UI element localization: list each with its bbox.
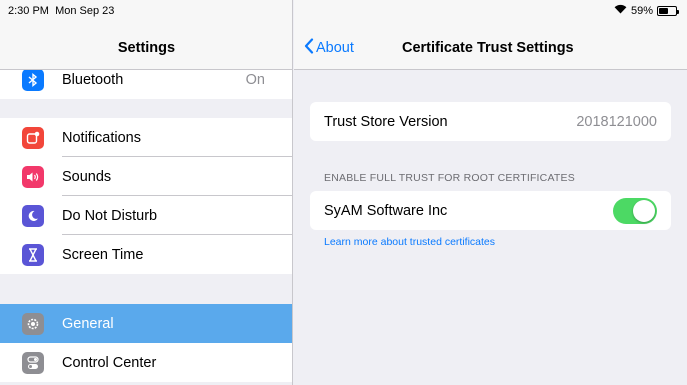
- settings-title: Settings: [117, 40, 176, 56]
- settings-row-control-center[interactable]: Control Center: [0, 343, 292, 382]
- wifi-icon: [614, 4, 627, 17]
- trust-store-version-label: Trust Store Version: [324, 113, 448, 130]
- status-time-value: 2:30 PM: [8, 5, 49, 17]
- settings-sidebar: Bluetooth On Settings Notifications Soun…: [0, 0, 293, 385]
- hourglass-icon: [22, 243, 44, 266]
- certificate-name: SyAM Software Inc: [324, 202, 448, 219]
- settings-row-notifications[interactable]: Notifications: [0, 118, 292, 157]
- status-date-value: Mon Sep 23: [55, 5, 115, 17]
- back-button[interactable]: About: [304, 38, 354, 58]
- settings-row-screen-time[interactable]: Screen Time: [0, 235, 292, 274]
- battery-percentage: 59%: [630, 4, 653, 17]
- settings-row-label: Sounds: [62, 168, 112, 185]
- toggles-icon: [22, 351, 44, 374]
- settings-row-label: Bluetooth: [62, 71, 124, 88]
- status-right: 59%: [614, 4, 679, 17]
- certificate-row-syam: SyAM Software Inc: [310, 191, 671, 230]
- status-bar: 2:30 PM Mon Sep 23 59%: [0, 0, 687, 20]
- status-time: 2:30 PM Mon Sep 23: [8, 5, 114, 17]
- bluetooth-icon: [22, 68, 44, 91]
- chevron-left-icon: [304, 38, 314, 58]
- back-button-label: About: [316, 40, 354, 56]
- battery-fill: [659, 7, 669, 14]
- detail-title: Certificate Trust Settings: [402, 40, 574, 56]
- section-header-full-trust: ENABLE FULL TRUST FOR ROOT CERTIFICATES: [324, 172, 575, 184]
- settings-row-sounds[interactable]: Sounds: [0, 157, 292, 196]
- moon-icon: [22, 204, 44, 227]
- settings-row-label: General: [62, 315, 114, 332]
- learn-more-link[interactable]: Learn more about trusted certificates: [324, 236, 495, 248]
- settings-row-label: Screen Time: [62, 246, 144, 263]
- sounds-icon: [22, 165, 44, 188]
- settings-row-label: Control Center: [62, 354, 157, 371]
- certificate-trust-toggle[interactable]: [613, 197, 657, 224]
- settings-row-do-not-disturb[interactable]: Do Not Disturb: [0, 196, 292, 235]
- gear-icon: [22, 312, 44, 335]
- certificate-trust-pane: About Certificate Trust Settings Trust S…: [294, 0, 687, 385]
- settings-row-general[interactable]: General: [0, 304, 292, 343]
- trust-store-version-row: Trust Store Version 2018121000: [310, 102, 671, 141]
- settings-row-label: Do Not Disturb: [62, 207, 158, 224]
- settings-row-label: Notifications: [62, 129, 141, 146]
- bluetooth-status-value: On: [245, 71, 265, 88]
- notifications-icon: [22, 126, 44, 149]
- toggle-knob: [633, 199, 655, 222]
- battery-icon: [657, 5, 679, 16]
- ipad-screen: Bluetooth On Settings Notifications Soun…: [0, 0, 687, 385]
- trust-store-version-value: 2018121000: [576, 113, 657, 130]
